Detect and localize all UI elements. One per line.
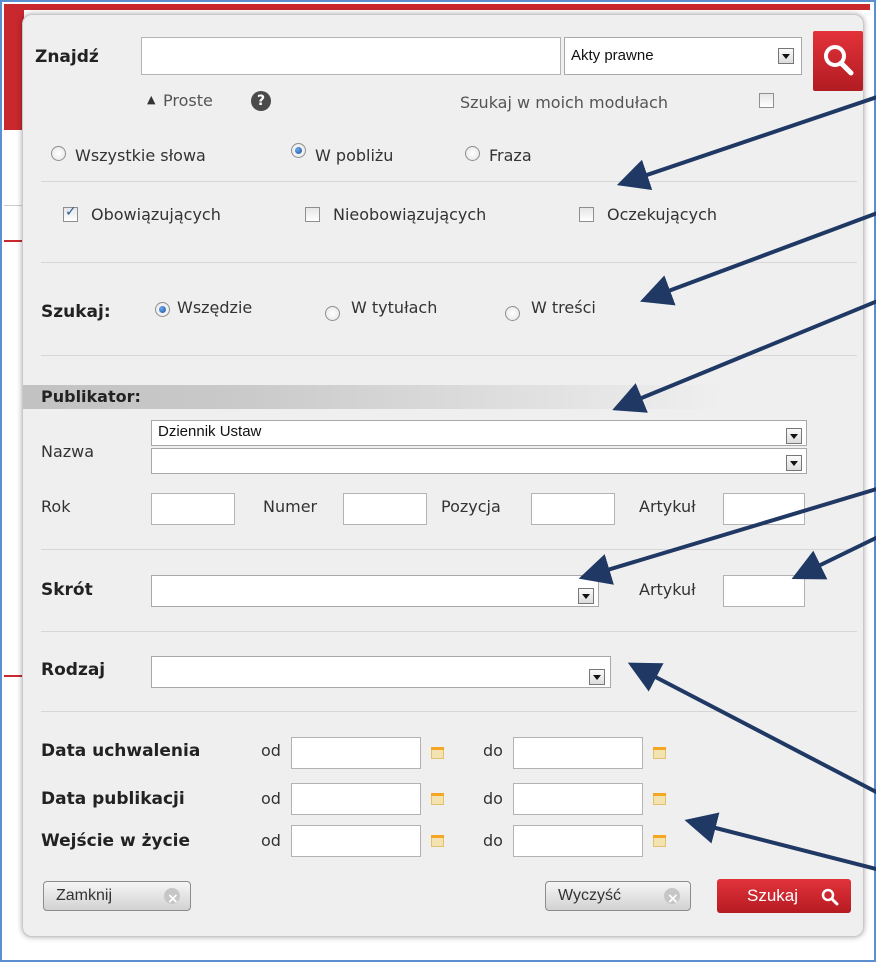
annotation-arrow <box>791 535 876 580</box>
annotation-arrow <box>684 812 876 872</box>
annotation-arrow <box>627 662 876 795</box>
annotation-arrow <box>616 95 876 191</box>
annotation-arrow <box>578 487 876 585</box>
annotation-arrows <box>578 95 876 872</box>
annotation-arrow <box>640 211 876 306</box>
annotation-arrow <box>612 299 876 413</box>
